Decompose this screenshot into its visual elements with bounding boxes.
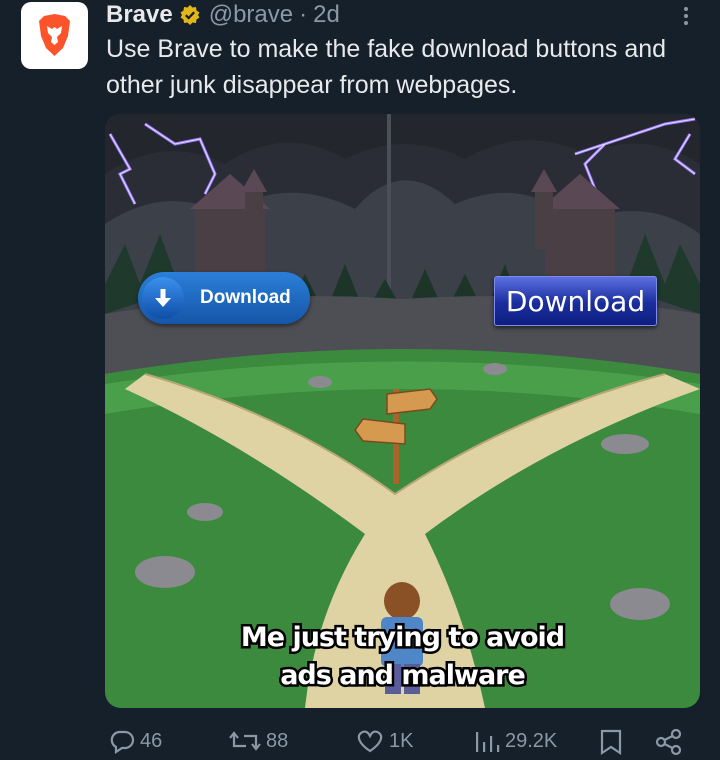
post-actions-bar: 46 88 1K 29.2K (0, 724, 720, 760)
like-icon (357, 730, 383, 753)
post-time[interactable]: 2d (313, 0, 340, 30)
repost-icon (229, 731, 261, 751)
meme-caption-line2: ads and malware (278, 658, 529, 694)
reply-button[interactable]: 46 (108, 728, 162, 754)
fake-download-button-round: Download (138, 272, 310, 324)
meme-caption-line1: Me just trying to avoid (238, 620, 567, 656)
brave-lion-logo-icon (21, 2, 88, 69)
more-vertical-icon[interactable] (676, 4, 696, 30)
like-button[interactable]: 1K (355, 728, 413, 754)
bookmark-button[interactable] (598, 728, 628, 756)
repost-count: 88 (266, 729, 289, 752)
post-header: Brave @brave · 2d (106, 0, 340, 30)
bookmark-icon (600, 729, 622, 756)
views-icon (476, 732, 500, 752)
right-download-label: Download (505, 284, 646, 318)
header-separator: · (299, 1, 308, 28)
post-image[interactable]: Download Download Me just trying to avoi… (105, 114, 700, 708)
share-icon (655, 728, 682, 756)
author-name[interactable]: Brave (106, 0, 173, 30)
author-avatar[interactable] (21, 2, 88, 69)
verified-badge-icon[interactable] (179, 4, 201, 26)
post-text: Use Brave to make the fake download butt… (106, 35, 667, 99)
fake-download-button-square: Download (494, 276, 657, 326)
reply-count: 46 (140, 729, 163, 752)
meme-illustration (105, 114, 700, 708)
views-button[interactable]: 29.2K (473, 728, 557, 754)
left-download-label: Download (200, 287, 291, 308)
author-handle[interactable]: @brave (209, 0, 293, 30)
like-count: 1K (389, 729, 414, 752)
download-arrow-icon (142, 277, 184, 319)
view-count: 29.2K (505, 729, 558, 752)
repost-button[interactable]: 88 (228, 728, 288, 754)
share-button[interactable] (655, 728, 687, 756)
reply-icon (110, 730, 135, 754)
